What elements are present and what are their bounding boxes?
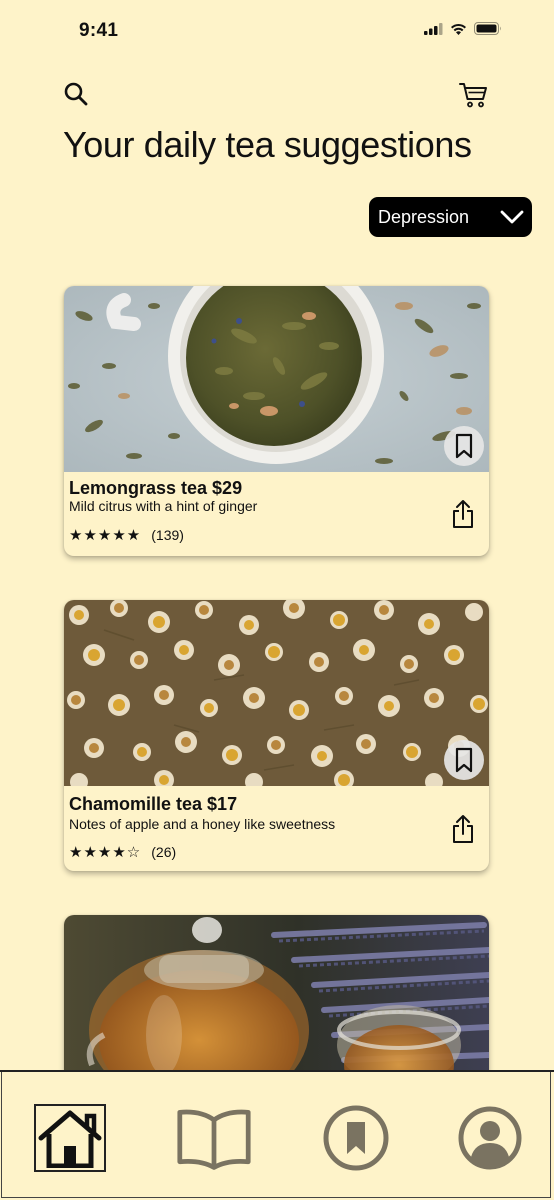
chevron-down-icon — [500, 210, 524, 224]
product-description: Notes of apple and a honey like sweetnes… — [69, 816, 336, 832]
review-count: (139) — [151, 527, 184, 543]
rating-stars: ★★★★★ — [69, 527, 142, 544]
product-name[interactable]: Lemongrass tea $29 — [69, 478, 242, 499]
dropdown-selected-value: Depression — [378, 206, 470, 227]
share-button[interactable] — [449, 813, 477, 845]
page-title: Your daily tea suggestions — [63, 124, 472, 165]
home-icon — [38, 1110, 102, 1168]
product-rating: ★★★★★ (139) — [69, 526, 184, 544]
book-icon — [177, 1109, 251, 1170]
product-image-lemongrass[interactable] — [64, 286, 489, 472]
signal-icon — [424, 22, 443, 35]
review-count: (26) — [151, 844, 177, 860]
bookmark-button[interactable] — [444, 426, 484, 466]
search-icon — [64, 82, 88, 106]
cart-button[interactable] — [457, 79, 489, 111]
bottom-tab-bar — [0, 1070, 554, 1200]
cart-icon — [459, 83, 487, 108]
bookmark-icon — [455, 747, 473, 773]
tab-library[interactable] — [176, 1100, 252, 1176]
profile-icon — [458, 1106, 522, 1170]
share-icon — [453, 500, 473, 528]
status-time: 9:41 — [79, 20, 119, 41]
mood-dropdown[interactable]: Depression — [369, 197, 532, 237]
status-icons — [424, 22, 502, 35]
product-card[interactable]: Chamomille tea $17 Notes of apple and a … — [64, 600, 489, 871]
share-icon — [453, 815, 473, 843]
battery-icon — [474, 22, 501, 35]
tab-profile[interactable] — [452, 1100, 528, 1176]
bookmark-icon — [455, 433, 473, 459]
product-card[interactable]: Lemongrass tea $29 Mild citrus with a hi… — [64, 286, 489, 556]
search-button[interactable] — [60, 78, 92, 110]
tab-saved[interactable] — [318, 1100, 394, 1176]
product-description: Mild citrus with a hint of ginger — [69, 498, 258, 514]
tab-home[interactable] — [34, 1104, 106, 1172]
bookmark-button[interactable] — [444, 740, 484, 780]
status-bar: 9:41 — [0, 0, 554, 60]
rating-stars: ★★★★☆ — [69, 844, 142, 861]
product-image-chamomille[interactable] — [64, 600, 489, 786]
share-button[interactable] — [449, 498, 477, 530]
product-rating: ★★★★☆ (26) — [69, 843, 176, 861]
wifi-icon — [451, 23, 466, 35]
bookmark-circle-icon — [323, 1105, 389, 1171]
product-name[interactable]: Chamomille tea $17 — [69, 794, 237, 815]
